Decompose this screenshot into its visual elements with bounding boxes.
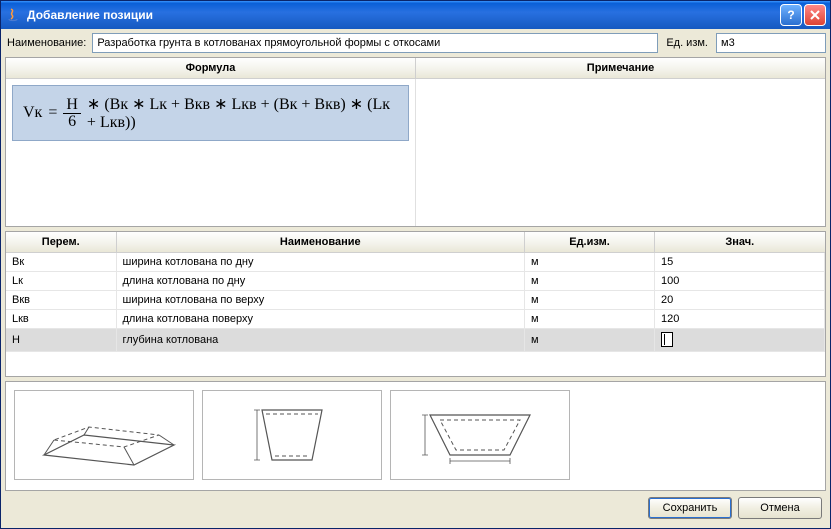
cell-var: Lк bbox=[6, 272, 116, 291]
cell-var: Bкв bbox=[6, 291, 116, 310]
shape-thumbnail-3d[interactable] bbox=[14, 390, 194, 480]
formula-tail: ∗ (Bк ∗ Lк + Bкв ∗ Lкв + (Bк + Bкв) ∗ (L… bbox=[87, 94, 398, 132]
dialog-window: Добавление позиции ? Наименование: Ед. и… bbox=[0, 0, 831, 529]
table-row[interactable]: Bк ширина котлована по дну м 15 bbox=[6, 253, 825, 272]
table-row[interactable]: Lк длина котлована по дну м 100 bbox=[6, 272, 825, 291]
cell-var: H bbox=[6, 329, 116, 352]
unit-label: Ед. изм. bbox=[662, 35, 712, 51]
footer-buttons: Сохранить Отмена bbox=[5, 495, 826, 521]
titlebar[interactable]: Добавление позиции ? bbox=[1, 1, 830, 29]
note-cell[interactable] bbox=[416, 79, 825, 226]
cell-value[interactable]: 120 bbox=[655, 310, 825, 329]
cell-unit: м bbox=[525, 291, 655, 310]
col-header-var[interactable]: Перем. bbox=[6, 232, 116, 253]
name-label: Наименование: bbox=[5, 35, 88, 51]
col-header-formula[interactable]: Формула bbox=[6, 58, 416, 79]
formula-eq: = bbox=[48, 104, 57, 122]
cell-name: длина котлована поверху bbox=[116, 310, 525, 329]
window-title: Добавление позиции bbox=[27, 8, 778, 22]
cell-unit: м bbox=[525, 329, 655, 352]
formula-fraction: H 6 bbox=[63, 97, 81, 130]
close-button[interactable] bbox=[804, 4, 826, 26]
images-panel bbox=[5, 381, 826, 491]
fraction-numerator: H bbox=[63, 97, 81, 114]
variables-panel: Перем. Наименование Ед.изм. Знач. Bк шир… bbox=[5, 231, 826, 377]
cell-value[interactable]: 100 bbox=[655, 272, 825, 291]
cell-name: ширина котлована по верху bbox=[116, 291, 525, 310]
variables-table: Перем. Наименование Ед.изм. Знач. Bк шир… bbox=[6, 232, 825, 352]
cancel-button[interactable]: Отмена bbox=[738, 497, 822, 519]
cell-var: Lкв bbox=[6, 310, 116, 329]
table-row[interactable]: Lкв длина котлована поверху м 120 bbox=[6, 310, 825, 329]
unit-input[interactable] bbox=[716, 33, 826, 53]
cell-name: ширина котлована по дну bbox=[116, 253, 525, 272]
save-button[interactable]: Сохранить bbox=[648, 497, 732, 519]
col-header-value[interactable]: Знач. bbox=[655, 232, 825, 253]
shape-thumbnail-front[interactable] bbox=[202, 390, 382, 480]
help-button[interactable]: ? bbox=[780, 4, 802, 26]
cell-value[interactable]: 20 bbox=[655, 291, 825, 310]
formula-box[interactable]: Vк = H 6 ∗ (Bк ∗ Lк + Bкв ∗ Lкв + (Bк + … bbox=[12, 85, 409, 141]
name-row: Наименование: Ед. изм. bbox=[5, 33, 826, 53]
cell-name: длина котлована по дну bbox=[116, 272, 525, 291]
shape-thumbnail-top[interactable] bbox=[390, 390, 570, 480]
content-area: Наименование: Ед. изм. Формула Примечани… bbox=[1, 29, 830, 528]
cell-value[interactable]: 15 bbox=[655, 253, 825, 272]
col-header-note[interactable]: Примечание bbox=[416, 58, 825, 79]
formula-lhs: Vк bbox=[23, 104, 42, 122]
table-row[interactable]: H глубина котлована м bbox=[6, 329, 825, 352]
cell-value-editing[interactable] bbox=[655, 329, 825, 352]
formula-cell[interactable]: Vк = H 6 ∗ (Bк ∗ Lк + Bкв ∗ Lкв + (Bк + … bbox=[6, 79, 416, 226]
formula-panel: Формула Примечание Vк = H 6 ∗ (Bк ∗ Lк +… bbox=[5, 57, 826, 227]
name-input[interactable] bbox=[92, 33, 658, 53]
fraction-denominator: 6 bbox=[65, 114, 79, 130]
value-editor[interactable] bbox=[661, 332, 673, 347]
cell-unit: м bbox=[525, 253, 655, 272]
cell-unit: м bbox=[525, 310, 655, 329]
cell-name: глубина котлована bbox=[116, 329, 525, 352]
cell-var: Bк bbox=[6, 253, 116, 272]
table-row[interactable]: Bкв ширина котлована по верху м 20 bbox=[6, 291, 825, 310]
col-header-unit[interactable]: Ед.изм. bbox=[525, 232, 655, 253]
java-icon bbox=[5, 7, 21, 23]
cell-unit: м bbox=[525, 272, 655, 291]
col-header-name[interactable]: Наименование bbox=[116, 232, 525, 253]
